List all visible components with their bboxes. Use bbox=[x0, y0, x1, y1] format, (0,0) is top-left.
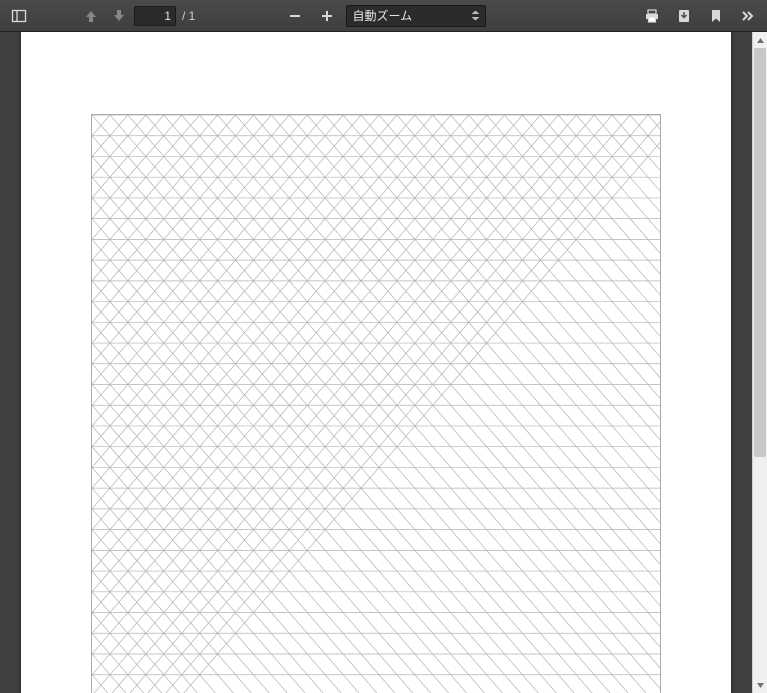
scrollbar-down-button[interactable] bbox=[753, 677, 767, 693]
print-icon bbox=[644, 8, 660, 24]
download-button[interactable] bbox=[671, 4, 697, 28]
plus-icon bbox=[320, 9, 334, 23]
scrollbar-track[interactable] bbox=[753, 48, 767, 677]
zoom-in-button[interactable] bbox=[314, 4, 340, 28]
print-button[interactable] bbox=[639, 4, 665, 28]
page-total: 1 bbox=[189, 9, 196, 23]
bookmark-button[interactable] bbox=[703, 4, 729, 28]
toolbar-center-group: 自動ズーム bbox=[282, 4, 486, 28]
zoom-out-button[interactable] bbox=[282, 4, 308, 28]
chevrons-right-icon bbox=[740, 8, 756, 24]
scrollbar-up-button[interactable] bbox=[753, 32, 767, 48]
document-page bbox=[21, 32, 731, 693]
tools-menu-button[interactable] bbox=[735, 4, 761, 28]
scroll-down-icon bbox=[756, 681, 765, 690]
isometric-grid bbox=[91, 114, 661, 693]
scrollbar-thumb[interactable] bbox=[754, 48, 766, 457]
minus-icon bbox=[288, 9, 302, 23]
download-icon bbox=[676, 8, 692, 24]
sidebar-icon bbox=[11, 8, 27, 24]
zoom-select[interactable]: 自動ズーム bbox=[346, 5, 486, 27]
sidebar-toggle-button[interactable] bbox=[6, 4, 32, 28]
pdf-toolbar: / 1 自動ズーム bbox=[0, 0, 767, 32]
vertical-scrollbar[interactable] bbox=[752, 32, 767, 693]
next-page-button[interactable] bbox=[106, 4, 132, 28]
down-arrow-icon bbox=[111, 8, 127, 24]
page-number-input[interactable] bbox=[134, 6, 176, 26]
toolbar-right-group bbox=[639, 4, 761, 28]
up-arrow-icon bbox=[83, 8, 99, 24]
page-count-label: / 1 bbox=[182, 9, 195, 23]
viewer-area[interactable] bbox=[0, 32, 752, 693]
toolbar-left-group: / 1 bbox=[6, 4, 195, 28]
bookmark-icon bbox=[708, 8, 724, 24]
prev-page-button[interactable] bbox=[78, 4, 104, 28]
scroll-up-icon bbox=[756, 36, 765, 45]
page-separator: / bbox=[182, 9, 189, 23]
zoom-select-wrap: 自動ズーム bbox=[346, 5, 486, 27]
